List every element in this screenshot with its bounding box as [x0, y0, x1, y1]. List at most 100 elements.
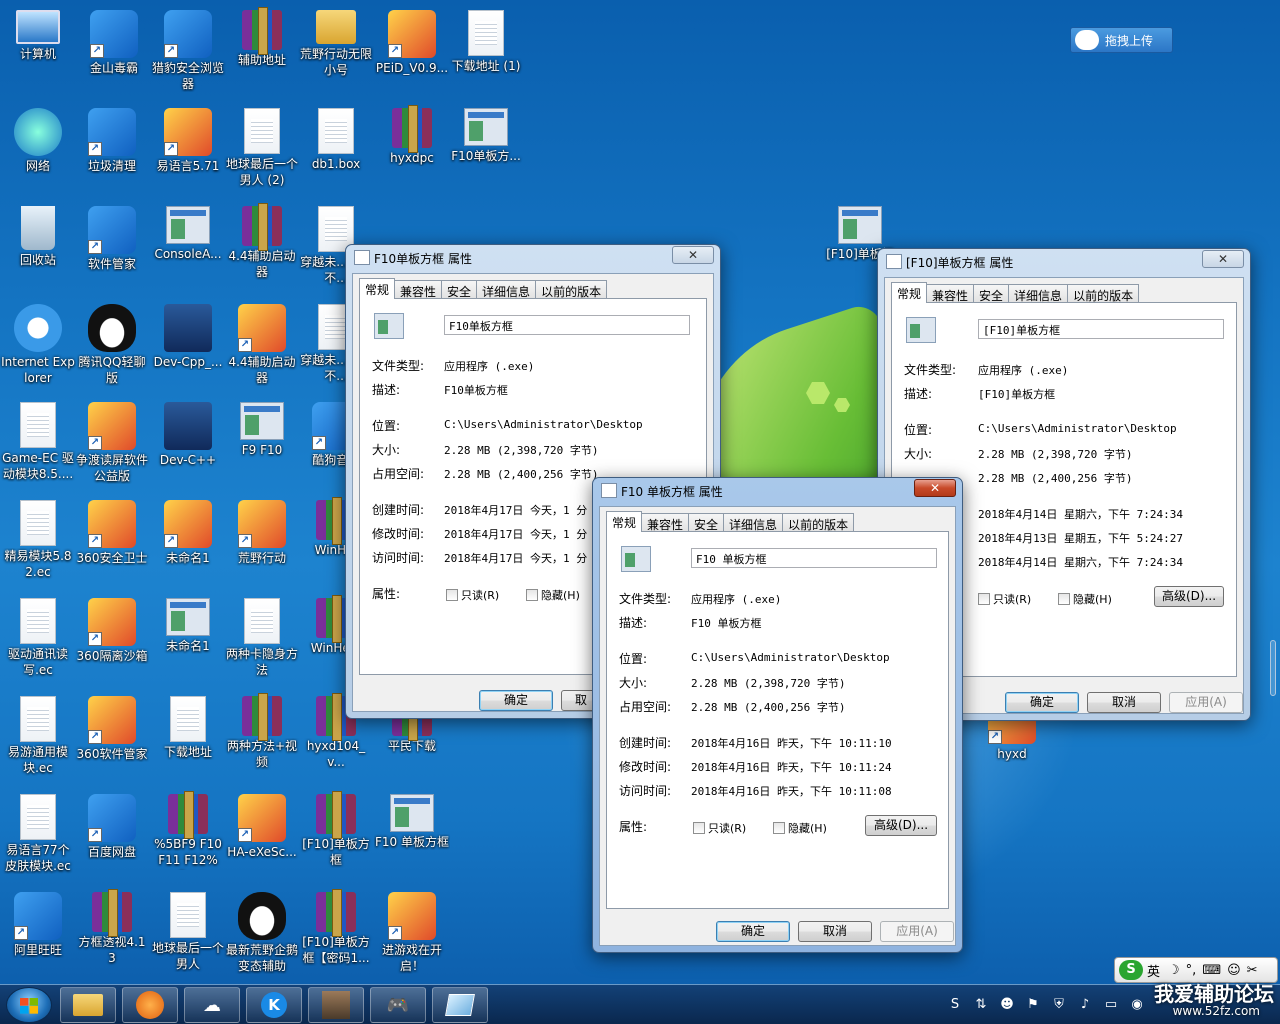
taskbar-game[interactable] — [308, 987, 364, 1023]
desktop-icon[interactable]: ↗ 进游戏在开启！ — [374, 888, 450, 984]
taskbar-explorer[interactable] — [60, 987, 116, 1023]
tab-previous-versions[interactable]: 以前的版本 — [782, 513, 855, 532]
tab-previous-versions[interactable]: 以前的版本 — [1067, 284, 1140, 303]
desktop-icon[interactable]: ↗ 360安全卫士 — [74, 496, 150, 592]
upload-button[interactable]: 拖拽上传 — [1070, 27, 1173, 53]
desktop-icon[interactable]: ↗ 金山毒霸 — [76, 6, 152, 102]
ime-mode[interactable]: 英 — [1147, 961, 1160, 980]
desktop-icon[interactable]: [F10]单板方框【密码1... — [298, 888, 374, 984]
tab-previous-versions[interactable]: 以前的版本 — [535, 280, 608, 299]
desktop-icon[interactable]: 驱动通讯读写.ec — [0, 594, 76, 690]
readonly-checkbox[interactable]: 只读(R) — [446, 587, 499, 603]
desktop-icon[interactable]: ↗ 荒野行动 — [224, 496, 300, 592]
desktop-icon[interactable]: db1.box — [298, 104, 374, 200]
desktop-slider[interactable] — [1270, 640, 1276, 696]
tab-details[interactable]: 详细信息 — [476, 280, 537, 299]
tab-compat[interactable]: 兼容性 — [926, 284, 975, 303]
desktop-icon[interactable]: 地球最后一个男人 (2) — [224, 104, 300, 200]
desktop-icon[interactable]: ↗ 垃圾清理 — [74, 104, 150, 200]
desktop-icon[interactable]: 腾讯QQ轻聊版 — [74, 300, 150, 396]
volume-tray-icon[interactable]: ♪ — [1075, 995, 1095, 1015]
taskbar-window[interactable] — [432, 987, 488, 1023]
hidden-checkbox[interactable]: 隐藏(H) — [773, 820, 827, 836]
ok-button[interactable]: 确定 — [1005, 692, 1079, 713]
desktop-icon[interactable]: 下载地址 — [150, 692, 226, 788]
desktop-icon[interactable]: 网络 — [0, 104, 76, 200]
file-name-field[interactable]: F10 单板方框 — [691, 548, 937, 568]
desktop-icon[interactable]: 计算机 — [0, 6, 76, 102]
taskbar-liebao[interactable] — [122, 987, 178, 1023]
start-button[interactable] — [6, 987, 52, 1023]
close-button[interactable]: ✕ — [914, 479, 956, 497]
tab-general[interactable]: 常规 — [359, 278, 396, 299]
tab-compat[interactable]: 兼容性 — [394, 280, 443, 299]
desktop-icon[interactable]: hyxdpc — [374, 104, 450, 200]
desktop-icon[interactable]: ↗ 猎豹安全浏览器 — [150, 6, 226, 102]
desktop-icon[interactable]: ↗ 争渡读屏软件公益版 — [74, 398, 150, 494]
tab-security[interactable]: 安全 — [441, 280, 478, 299]
ok-button[interactable]: 确定 — [716, 921, 790, 942]
shield-tray-icon[interactable]: ⛨ — [1049, 995, 1069, 1015]
hidden-checkbox[interactable]: 隐藏(H) — [526, 587, 580, 603]
desktop-icon[interactable]: 精易模块5.82.ec — [0, 496, 76, 592]
flag-tray-icon[interactable]: ⚑ — [1023, 995, 1043, 1015]
desktop-icon[interactable]: F10 单板方框 — [374, 790, 450, 886]
desktop-icon[interactable]: ↗ 软件管家 — [74, 202, 150, 298]
desktop-icon[interactable]: ↗ HA-eXeSc... — [224, 790, 300, 886]
readonly-checkbox[interactable]: 只读(R) — [978, 591, 1031, 607]
close-button[interactable]: ✕ — [1202, 250, 1244, 268]
qq-tray-icon[interactable]: ☻ — [997, 995, 1017, 1015]
file-name-field[interactable]: [F10]单板方框 — [978, 319, 1224, 339]
advanced-button[interactable]: 高级(D)... — [1154, 586, 1224, 607]
desktop-icon[interactable]: Dev-Cpp_... — [150, 300, 226, 396]
desktop-icon[interactable]: 下载地址 (1) — [448, 6, 524, 102]
desktop-icon[interactable]: 回收站 — [0, 202, 76, 298]
close-button[interactable]: ✕ — [672, 246, 714, 264]
desktop-icon[interactable]: Game-EC 驱动模块8.5.... — [0, 398, 76, 494]
properties-window-3[interactable]: F10 单板方框 属性 ✕ 常规 兼容性 安全 详细信息 以前的版本 F10 单… — [592, 477, 963, 953]
taskbar-baidu-pan[interactable]: ☁ — [184, 987, 240, 1023]
tab-general[interactable]: 常规 — [606, 511, 643, 532]
desktop-icon[interactable]: 两种方法+视频 — [224, 692, 300, 788]
tab-security[interactable]: 安全 — [688, 513, 725, 532]
desktop-icon[interactable]: F9 F10 — [224, 398, 300, 494]
tab-compat[interactable]: 兼容性 — [641, 513, 690, 532]
hidden-checkbox[interactable]: 隐藏(H) — [1058, 591, 1112, 607]
desktop-icon[interactable]: ↗ 易语言5.71 — [150, 104, 226, 200]
desktop-icon[interactable]: ↗ 360软件管家 — [74, 692, 150, 788]
taskbar-kugou[interactable]: K — [246, 987, 302, 1023]
desktop-icon[interactable]: ↗ PEiD_V0.9... — [374, 6, 450, 102]
desktop-icon[interactable]: ↗ 360隔离沙箱 — [74, 594, 150, 690]
advanced-button[interactable]: 高级(D)... — [865, 815, 937, 836]
desktop-icon[interactable]: ↗ 未命名1 — [150, 496, 226, 592]
desktop-icon[interactable]: ConsoleA... — [150, 202, 226, 298]
apply-button[interactable]: 应用(A) — [880, 921, 954, 942]
desktop-icon[interactable]: Dev-C++ — [150, 398, 226, 494]
desktop-icon[interactable]: ↗ 百度网盘 — [74, 790, 150, 886]
desktop-icon[interactable]: 易语言77个皮肤模块.ec — [0, 790, 76, 886]
desktop-icon[interactable]: 最新荒野企鹅变态辅助 — [224, 888, 300, 984]
network-tray-icon[interactable]: ⇅ — [971, 995, 991, 1015]
cancel-button[interactable]: 取消 — [1087, 692, 1161, 713]
desktop-icon[interactable]: 易游通用模块.ec — [0, 692, 76, 788]
monitor-tray-icon[interactable]: ▭ — [1101, 995, 1121, 1015]
desktop-icon[interactable]: Internet Explorer — [0, 300, 76, 396]
file-name-field[interactable]: F10单板方框 — [444, 315, 690, 335]
ok-button[interactable]: 确定 — [479, 690, 553, 711]
readonly-checkbox[interactable]: 只读(R) — [693, 820, 746, 836]
apply-button[interactable]: 应用(A) — [1169, 692, 1243, 713]
cancel-button[interactable]: 取消 — [798, 921, 872, 942]
desktop-icon[interactable]: 未命名1 — [150, 594, 226, 690]
desktop-icon[interactable]: ↗ 阿里旺旺 — [0, 888, 76, 984]
desktop-icon[interactable]: 荒野行动无限小号 — [298, 6, 374, 102]
desktop-icon[interactable]: 4.4辅助启动器 — [224, 202, 300, 298]
taskbar-gamepad[interactable]: 🎮 — [370, 987, 426, 1023]
desktop-icon[interactable]: 地球最后一个男人 — [150, 888, 226, 984]
tab-details[interactable]: 详细信息 — [723, 513, 784, 532]
desktop-icon[interactable]: 方框透视4.13 — [74, 888, 150, 984]
desktop-icon[interactable]: ↗ 4.4辅助启动器 — [224, 300, 300, 396]
tab-general[interactable]: 常规 — [891, 282, 928, 303]
desktop-icon[interactable]: [F10]单板方框 — [298, 790, 374, 886]
tab-security[interactable]: 安全 — [973, 284, 1010, 303]
desktop-icon[interactable]: 两种卡隐身方法 — [224, 594, 300, 690]
